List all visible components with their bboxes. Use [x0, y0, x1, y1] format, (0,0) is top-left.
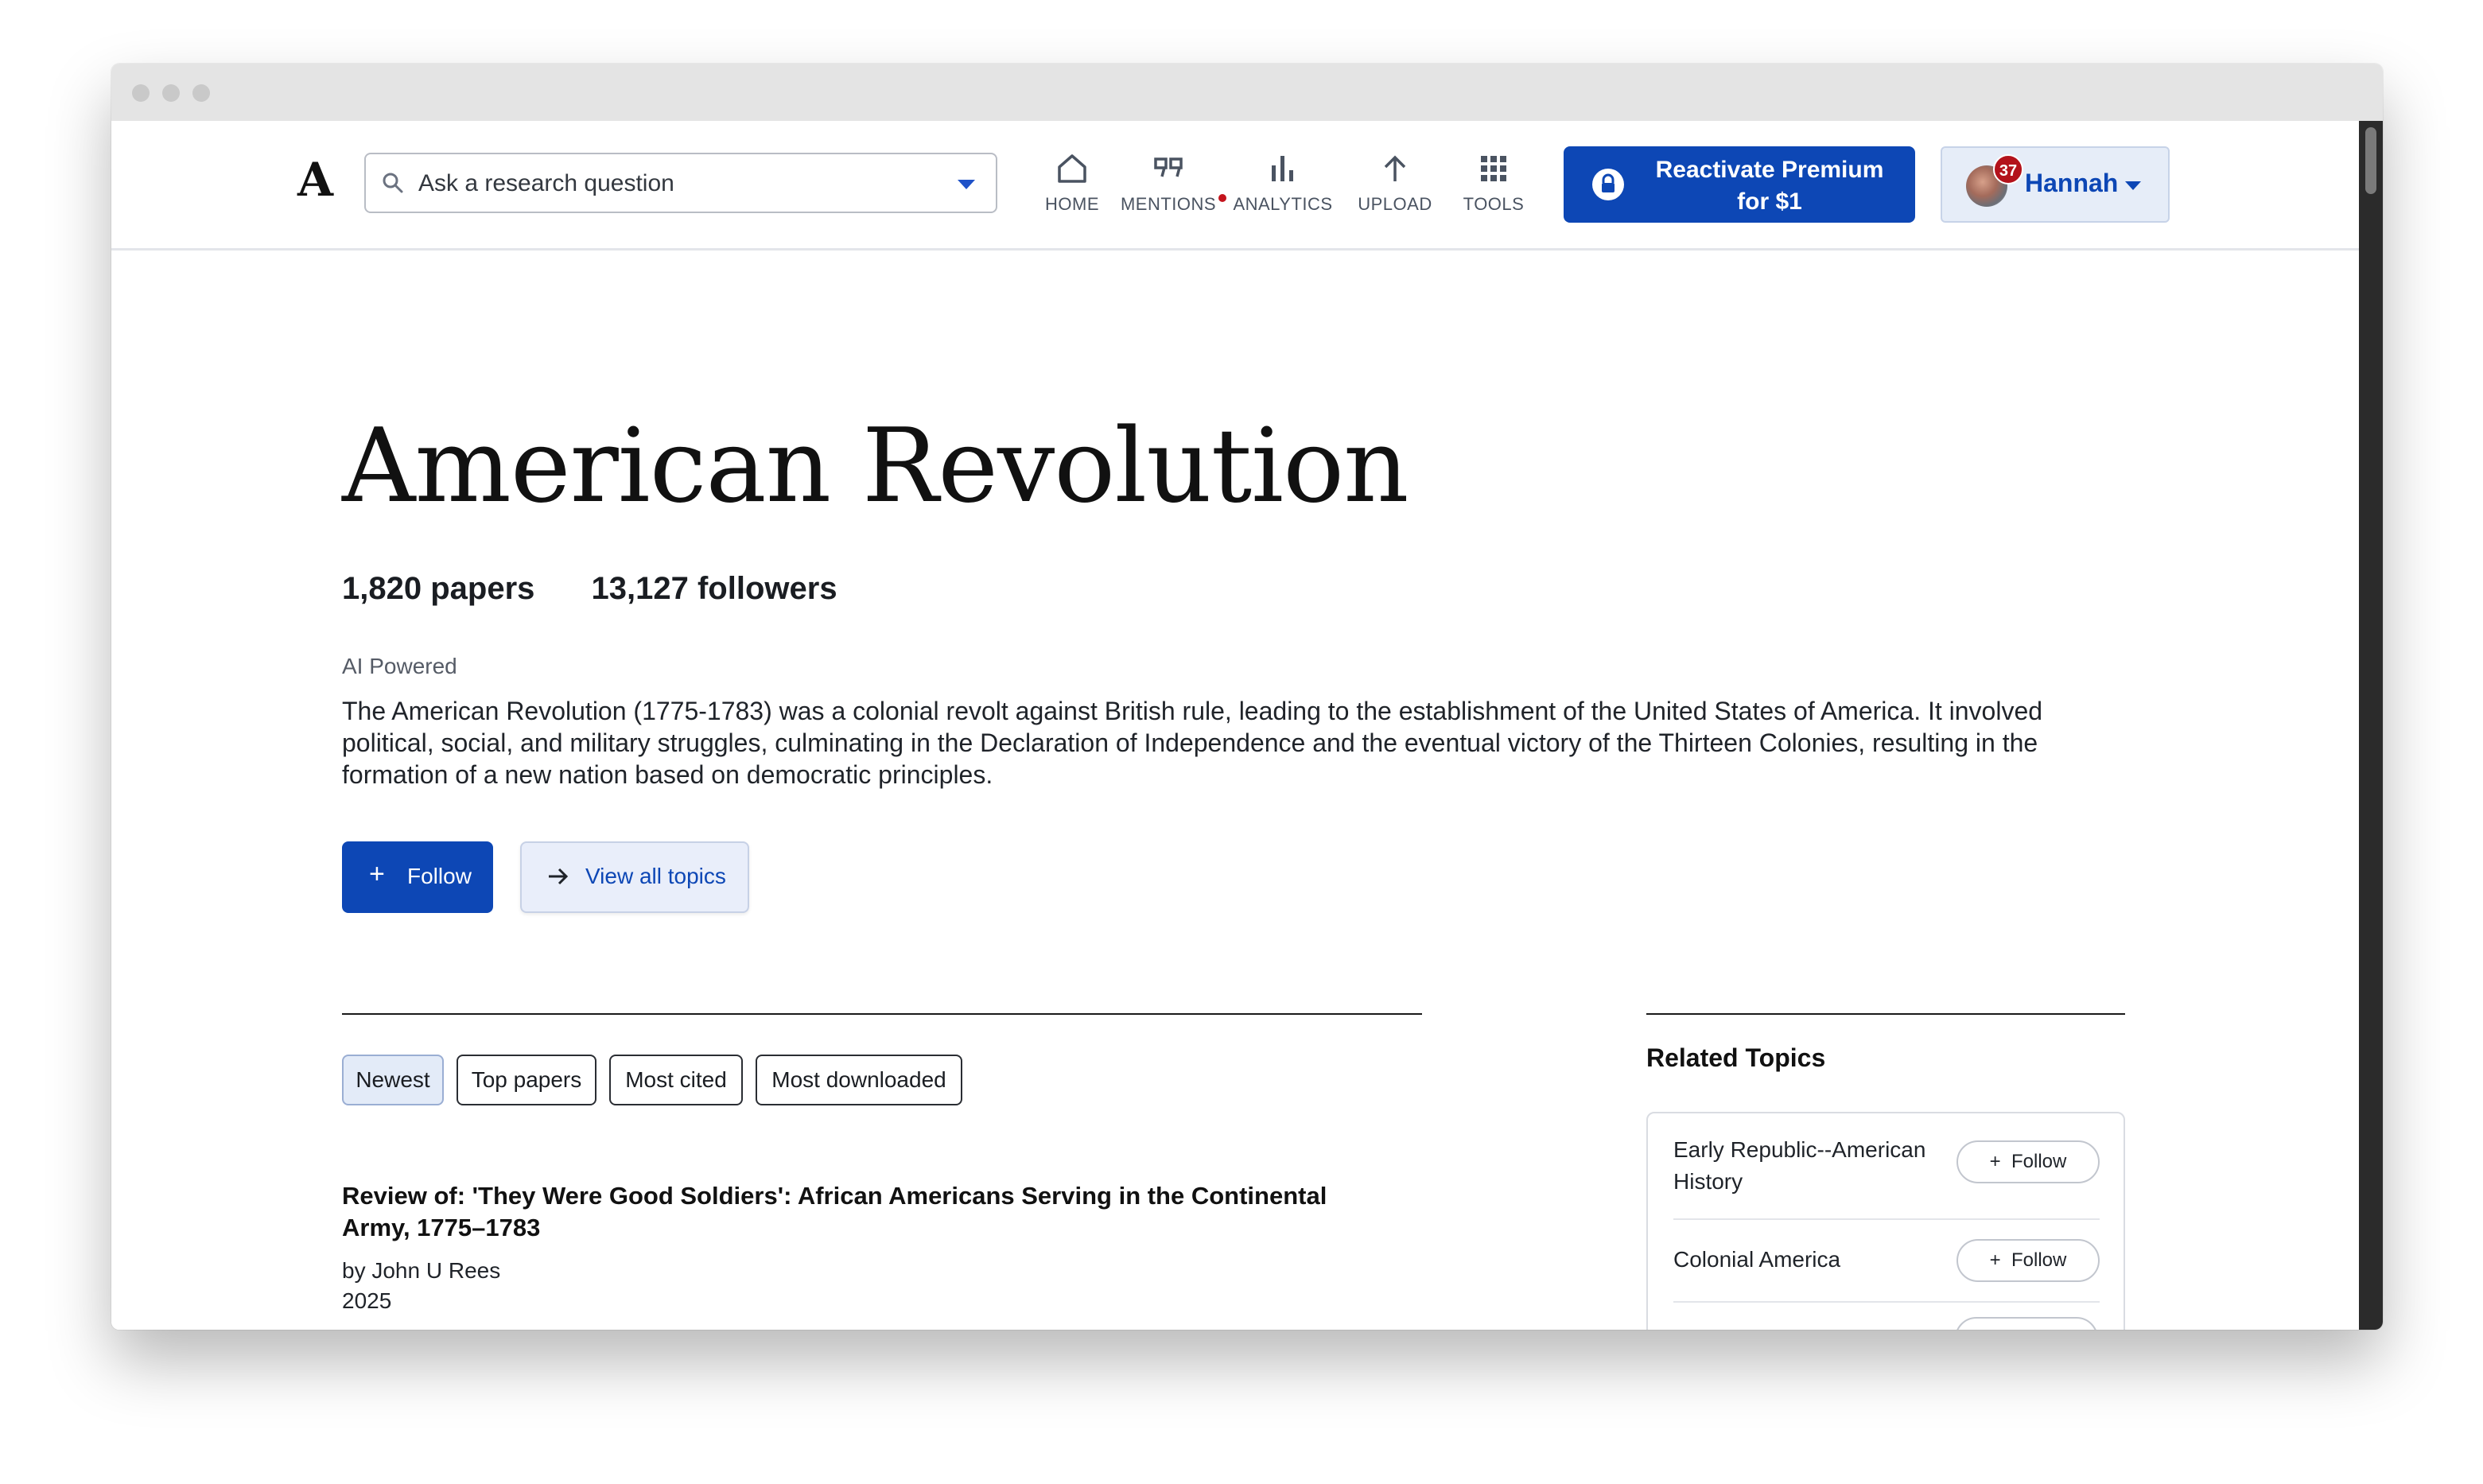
papers-count: 1,820 papers: [342, 571, 535, 606]
vertical-scrollbar[interactable]: [2359, 121, 2383, 1330]
tab-most-downloaded[interactable]: Most downloaded: [756, 1055, 962, 1105]
nav-home-label: HOME: [1045, 194, 1099, 214]
home-icon: [1058, 154, 1086, 183]
related-topic-item: Colonial America + Follow: [1673, 1220, 2100, 1303]
premium-label: Reactivate Premium for $1: [1643, 154, 1896, 218]
related-follow-label: Follow: [2011, 1249, 2067, 1271]
nav-tools-label: TOOLS: [1463, 194, 1525, 214]
related-topic-follow-button[interactable]: + Follow: [1956, 1239, 2100, 1282]
search-input[interactable]: Ask a research question: [364, 153, 997, 213]
user-name: Hannah: [2025, 169, 2119, 197]
reactivate-premium-button[interactable]: Reactivate Premium for $1: [1564, 146, 1915, 223]
grid-icon: [1481, 156, 1506, 181]
window-zoom-dot[interactable]: [192, 84, 210, 102]
user-menu-button[interactable]: 37 Hannah: [1941, 146, 2170, 223]
related-topic-name[interactable]: Early Republic--American History: [1673, 1134, 1944, 1198]
lock-icon: [1592, 169, 1624, 200]
tab-top-papers[interactable]: Top papers: [457, 1055, 596, 1105]
related-topic-follow-button-partial[interactable]: [1955, 1317, 2098, 1330]
divider: [342, 1013, 1422, 1015]
paper-year: 2025: [342, 1288, 392, 1313]
related-topic-item: Early Republic--American History + Follo…: [1673, 1129, 2100, 1220]
nav-upload-label: UPLOAD: [1358, 194, 1432, 214]
view-all-label: View all topics: [585, 864, 726, 888]
plus-icon: +: [369, 859, 385, 889]
browser-window: A Ask a research question HOME MENTIONS …: [111, 64, 2383, 1330]
ai-powered-label: AI Powered: [342, 654, 457, 678]
related-topic-follow-button[interactable]: + Follow: [1956, 1140, 2100, 1183]
paper-title-link[interactable]: Review of: 'They Were Good Soldiers': Af…: [342, 1180, 1400, 1244]
nav-tools[interactable]: TOOLS: [1455, 151, 1532, 215]
divider: [1646, 1013, 2125, 1015]
nav-analytics[interactable]: ANALYTICS: [1233, 151, 1333, 215]
tab-most-cited[interactable]: Most cited: [609, 1055, 743, 1105]
search-placeholder: Ask a research question: [418, 170, 674, 196]
related-topics-heading: Related Topics: [1646, 1043, 1826, 1072]
mentions-notification-dot: [1218, 194, 1226, 202]
nav-home[interactable]: HOME: [1039, 151, 1105, 215]
bar-chart-icon: [1272, 156, 1293, 181]
page-content: A Ask a research question HOME MENTIONS …: [111, 121, 2383, 1330]
followers-count: 13,127 followers: [591, 571, 837, 606]
site-logo[interactable]: A: [297, 153, 333, 207]
quote-icon: [1154, 157, 1183, 177]
view-all-topics-button[interactable]: View all topics: [520, 841, 749, 913]
related-topics-card: Early Republic--American History + Follo…: [1646, 1112, 2125, 1330]
window-minimize-dot[interactable]: [162, 84, 180, 102]
follow-topic-button[interactable]: + Follow: [342, 841, 493, 913]
topic-stats: 1,820 papers 13,127 followers: [342, 571, 885, 607]
paper-author: by John U Rees: [342, 1258, 501, 1283]
nav-upload[interactable]: UPLOAD: [1357, 151, 1433, 215]
follow-label: Follow: [407, 864, 472, 888]
window-close-dot[interactable]: [132, 84, 150, 102]
chevron-down-icon: [2125, 181, 2141, 190]
tab-newest[interactable]: Newest: [342, 1055, 444, 1105]
top-navigation: A Ask a research question HOME MENTIONS …: [111, 121, 2359, 251]
nav-mentions-label: MENTIONS: [1120, 194, 1217, 214]
search-icon: [383, 173, 403, 193]
chevron-down-icon[interactable]: [958, 180, 975, 189]
upload-arrow-icon: [1384, 155, 1406, 181]
nav-analytics-label: ANALYTICS: [1233, 194, 1333, 214]
premium-label-line1: Reactivate Premium: [1655, 157, 1884, 183]
nav-mentions[interactable]: MENTIONS: [1118, 151, 1226, 215]
premium-label-line2: for $1: [1737, 188, 1802, 215]
topic-description: The American Revolution (1775-1783) was …: [342, 697, 2043, 789]
window-titlebar: [111, 64, 2383, 121]
page-title: American Revolution: [342, 407, 1409, 526]
notification-badge: 37: [1993, 154, 2023, 185]
related-follow-label: Follow: [2011, 1151, 2067, 1172]
scrollbar-thumb[interactable]: [2365, 127, 2376, 194]
arrow-right-icon: [549, 868, 569, 885]
related-topic-name[interactable]: Colonial America: [1673, 1244, 1944, 1276]
